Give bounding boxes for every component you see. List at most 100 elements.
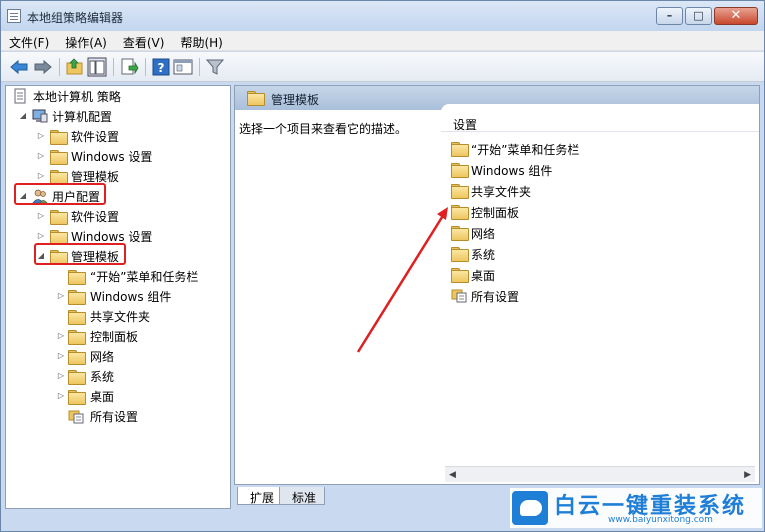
- tree-item-label: 软件设置: [71, 130, 120, 144]
- all-settings-icon: [68, 410, 84, 424]
- folder-icon: [451, 224, 469, 241]
- collapsed-triangle-icon[interactable]: ▷: [56, 391, 66, 401]
- tree-item-label: Windows 设置: [71, 150, 153, 164]
- back-arrow-icon[interactable]: [9, 57, 29, 77]
- tree-item-all-settings[interactable]: 所有设置: [6, 406, 230, 426]
- app-window: 本地组策略编辑器 – □ ✕ 文件(F) 操作(A) 查看(V) 帮助(H) ?…: [0, 0, 765, 532]
- scroll-right-icon[interactable]: ▶: [744, 470, 751, 480]
- watermark: 白云一键重装系统 www.baiyunxitong.com: [510, 488, 762, 528]
- collapsed-triangle-icon[interactable]: ▷: [36, 211, 46, 221]
- show-hide-tree-icon[interactable]: [87, 57, 107, 77]
- list-item-shared-folders[interactable]: 共享文件夹: [451, 180, 751, 200]
- menu-bar: 文件(F) 操作(A) 查看(V) 帮助(H): [1, 31, 764, 51]
- close-button[interactable]: ✕: [714, 7, 758, 25]
- list-item-windows-components[interactable]: Windows 组件: [451, 159, 751, 179]
- tree-pane: 本地计算机 策略 ◢ 计算机配置 ▷ 软件设置 ▷ Windows 设置 ▷ 管…: [5, 85, 231, 509]
- tree-item-label: 所有设置: [90, 410, 139, 424]
- folder-icon: [68, 288, 86, 305]
- list-item-label: Windows 组件: [471, 164, 553, 178]
- column-header-setting[interactable]: 设置: [441, 112, 759, 132]
- computer-icon: [32, 109, 48, 123]
- tree-item-label: Windows 组件: [90, 290, 172, 304]
- horizontal-scrollbar[interactable]: ◀ ▶: [445, 466, 755, 482]
- list-item-label: 所有设置: [471, 290, 520, 304]
- folder-icon: [68, 268, 86, 285]
- folder-icon: [50, 168, 68, 185]
- maximize-icon: □: [693, 9, 704, 22]
- expanded-triangle-icon[interactable]: ◢: [18, 111, 28, 121]
- tree-item-windows-components[interactable]: ▷ Windows 组件: [6, 286, 230, 306]
- collapsed-triangle-icon[interactable]: ▷: [36, 151, 46, 161]
- minimize-button[interactable]: –: [656, 7, 683, 25]
- tree-item-software-settings[interactable]: ▷ 软件设置: [6, 206, 230, 226]
- menu-action[interactable]: 操作(A): [57, 31, 115, 50]
- collapsed-triangle-icon[interactable]: ▷: [36, 131, 46, 141]
- list-item-start-menu[interactable]: “开始”菜单和任务栏: [451, 138, 751, 158]
- window-controls: – □ ✕: [654, 7, 758, 25]
- toolbar: ?: [1, 52, 764, 82]
- tree-item-label: 共享文件夹: [90, 310, 151, 324]
- menu-help[interactable]: 帮助(H): [172, 31, 230, 50]
- collapsed-triangle-icon[interactable]: ▷: [56, 351, 66, 361]
- tree-item-network[interactable]: ▷ 网络: [6, 346, 230, 366]
- tree-item-start-menu[interactable]: “开始”菜单和任务栏: [6, 266, 230, 286]
- folder-icon: [68, 328, 86, 345]
- list-item-control-panel[interactable]: 控制面板: [451, 201, 751, 221]
- tree-item-label: 软件设置: [71, 210, 120, 224]
- list-item-system[interactable]: 系统: [451, 243, 751, 263]
- collapsed-triangle-icon[interactable]: ▷: [56, 371, 66, 381]
- filter-icon[interactable]: [205, 57, 225, 77]
- menu-file[interactable]: 文件(F): [1, 31, 57, 50]
- folder-icon: [451, 140, 469, 157]
- list-item-network[interactable]: 网络: [451, 222, 751, 242]
- tree-item-computer-config[interactable]: ◢ 计算机配置: [6, 106, 230, 126]
- tree-item-label: 桌面: [90, 390, 115, 404]
- folder-icon: [451, 245, 469, 262]
- tree-item-system[interactable]: ▷ 系统: [6, 366, 230, 386]
- tree-item-shared-folders[interactable]: 共享文件夹: [6, 306, 230, 326]
- folder-icon: [68, 348, 86, 365]
- tab-standard[interactable]: 标准: [279, 487, 326, 505]
- folder-icon: [451, 161, 469, 178]
- tree-item-windows-settings[interactable]: ▷ Windows 设置: [6, 146, 230, 166]
- close-icon: ✕: [730, 8, 742, 23]
- tree-item-control-panel[interactable]: ▷ 控制面板: [6, 326, 230, 346]
- collapsed-triangle-icon[interactable]: ▷: [36, 231, 46, 241]
- collapsed-triangle-icon[interactable]: ▷: [36, 171, 46, 181]
- tree-item-software-settings[interactable]: ▷ 软件设置: [6, 126, 230, 146]
- collapsed-triangle-icon[interactable]: ▷: [56, 331, 66, 341]
- list-item-label: “开始”菜单和任务栏: [471, 143, 580, 157]
- forward-arrow-icon[interactable]: [33, 57, 53, 77]
- tab-extended[interactable]: 扩展: [237, 487, 284, 505]
- tree-item-label: 本地计算机 策略: [33, 90, 121, 104]
- list-item-label: 桌面: [471, 269, 496, 283]
- collapsed-triangle-icon[interactable]: ▷: [56, 291, 66, 301]
- column-header-label: 设置: [453, 118, 478, 132]
- tree-item-root[interactable]: 本地计算机 策略: [6, 86, 230, 106]
- folder-icon: [50, 128, 68, 145]
- toolbar-separator: [145, 58, 146, 76]
- help-icon[interactable]: ?: [151, 57, 171, 77]
- svg-text:?: ?: [158, 61, 165, 75]
- menu-view[interactable]: 查看(V): [115, 31, 173, 50]
- toolbar-separator: [199, 58, 200, 76]
- all-settings-icon: [451, 289, 467, 303]
- properties-view-icon[interactable]: [173, 57, 193, 77]
- scroll-left-icon[interactable]: ◀: [449, 470, 456, 480]
- tree-item-label: 计算机配置: [52, 110, 113, 124]
- tree-item-desktop[interactable]: ▷ 桌面: [6, 386, 230, 406]
- details-pane: 管理模板 选择一个项目来查看它的描述。 设置 “开始”菜单和任务栏 Window…: [234, 85, 760, 485]
- list-item-label: 系统: [471, 248, 496, 262]
- highlight-box-user-config: [14, 183, 106, 205]
- up-folder-icon[interactable]: [65, 57, 85, 77]
- folder-icon: [50, 208, 68, 225]
- details-header-title: 管理模板: [271, 93, 320, 107]
- maximize-button[interactable]: □: [685, 7, 712, 25]
- title-bar: 本地组策略编辑器 – □ ✕: [1, 1, 764, 31]
- minimize-icon: –: [666, 9, 673, 22]
- view-tabs: 扩展 标准: [237, 487, 326, 507]
- list-item-desktop[interactable]: 桌面: [451, 264, 751, 284]
- list-item-all-settings[interactable]: 所有设置: [451, 285, 751, 305]
- folder-icon: [50, 148, 68, 165]
- export-list-icon[interactable]: [119, 57, 139, 77]
